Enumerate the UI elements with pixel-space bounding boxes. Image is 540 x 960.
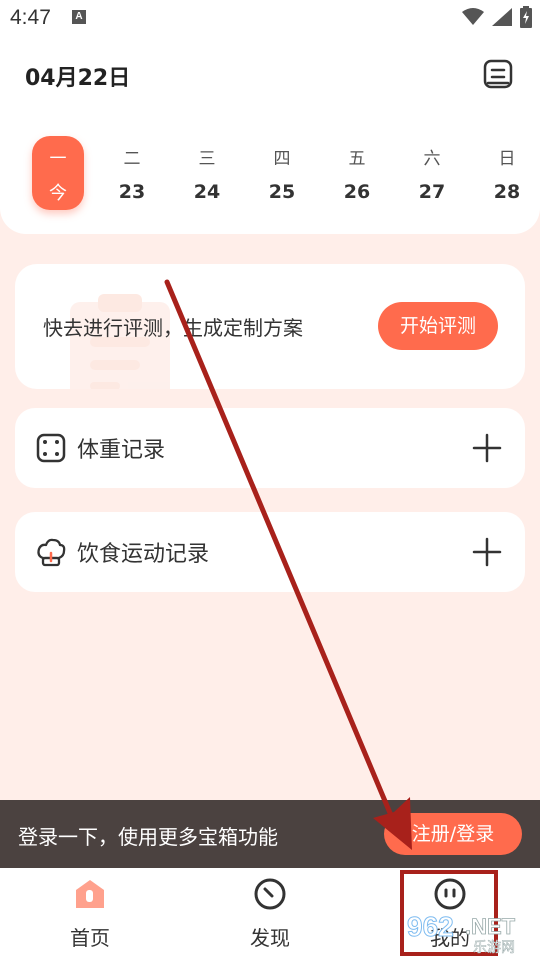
day-of-week: 五	[348, 149, 366, 169]
day-number: 23	[118, 181, 146, 203]
day-number: 24	[193, 181, 221, 203]
weight-record-card[interactable]: 体重记录	[15, 408, 525, 488]
day-item[interactable]: 五 26	[331, 136, 383, 210]
site-watermark-logo: 962 .NET 乐游网	[407, 911, 517, 957]
scale-icon	[36, 433, 66, 463]
status-bar: 4:47 A	[0, 0, 540, 36]
nav-item-home[interactable]: 首页	[30, 868, 150, 960]
diet-exercise-record-card[interactable]: 饮食运动记录	[15, 512, 525, 592]
day-number: 今	[49, 183, 67, 204]
day-item[interactable]: 六 27	[406, 136, 458, 210]
discover-icon	[254, 878, 286, 910]
assessment-prompt: 快去进行评测，生成定制方案	[43, 316, 303, 340]
chef-hat-icon	[37, 538, 66, 567]
calendar-list-icon[interactable]	[482, 58, 514, 90]
day-of-week: 二	[123, 149, 141, 169]
home-icon	[76, 880, 104, 908]
day-today[interactable]: 一 今	[32, 136, 84, 210]
watermark-suffix: .NET	[465, 914, 516, 939]
day-item[interactable]: 三 24	[181, 136, 233, 210]
nav-label-home: 首页	[70, 926, 110, 950]
day-of-week: 一	[49, 149, 67, 169]
day-of-week: 六	[423, 149, 441, 169]
watermark-brand: 962	[407, 911, 454, 942]
status-icons	[462, 6, 532, 28]
day-number: 25	[268, 181, 296, 203]
day-number: 27	[418, 181, 446, 203]
signal-icon	[492, 8, 512, 26]
start-assessment-button[interactable]: 开始评测	[378, 302, 498, 350]
day-number: 28	[493, 181, 521, 203]
week-strip: 一 今 二 23 三 24 四 25 五 26 六 27 日 28	[0, 136, 540, 214]
add-diet-plus-icon[interactable]	[471, 536, 503, 568]
nav-label-discover: 发现	[250, 926, 290, 950]
status-time: 4:47	[10, 6, 51, 29]
day-of-week: 四	[273, 149, 291, 169]
day-item[interactable]: 四 25	[256, 136, 308, 210]
nav-item-discover[interactable]: 发现	[210, 868, 330, 960]
keyboard-badge-icon: A	[72, 10, 86, 24]
day-of-week: 日	[498, 149, 516, 169]
watermark-subtitle: 乐游网	[473, 940, 515, 956]
day-item[interactable]: 日 28	[481, 136, 533, 210]
diet-exercise-record-label: 饮食运动记录	[77, 542, 210, 567]
page-title: 04月22日	[25, 66, 131, 91]
weight-record-label: 体重记录	[77, 438, 166, 463]
assessment-card[interactable]: 快去进行评测，生成定制方案 开始评测	[15, 264, 525, 389]
battery-icon	[520, 6, 532, 28]
login-banner: 登录一下，使用更多宝箱功能 注册/登录	[0, 800, 540, 868]
login-prompt: 登录一下，使用更多宝箱功能	[18, 825, 278, 849]
day-of-week: 三	[198, 149, 216, 169]
add-weight-plus-icon[interactable]	[471, 432, 503, 464]
calendar-card: 04月22日 一 今 二 23 三 24 四 25 五 26 六 27 日 28	[0, 36, 540, 234]
day-item[interactable]: 二 23	[106, 136, 158, 210]
wifi-icon	[462, 8, 484, 25]
register-login-button[interactable]: 注册/登录	[384, 813, 522, 855]
day-number: 26	[343, 181, 371, 203]
